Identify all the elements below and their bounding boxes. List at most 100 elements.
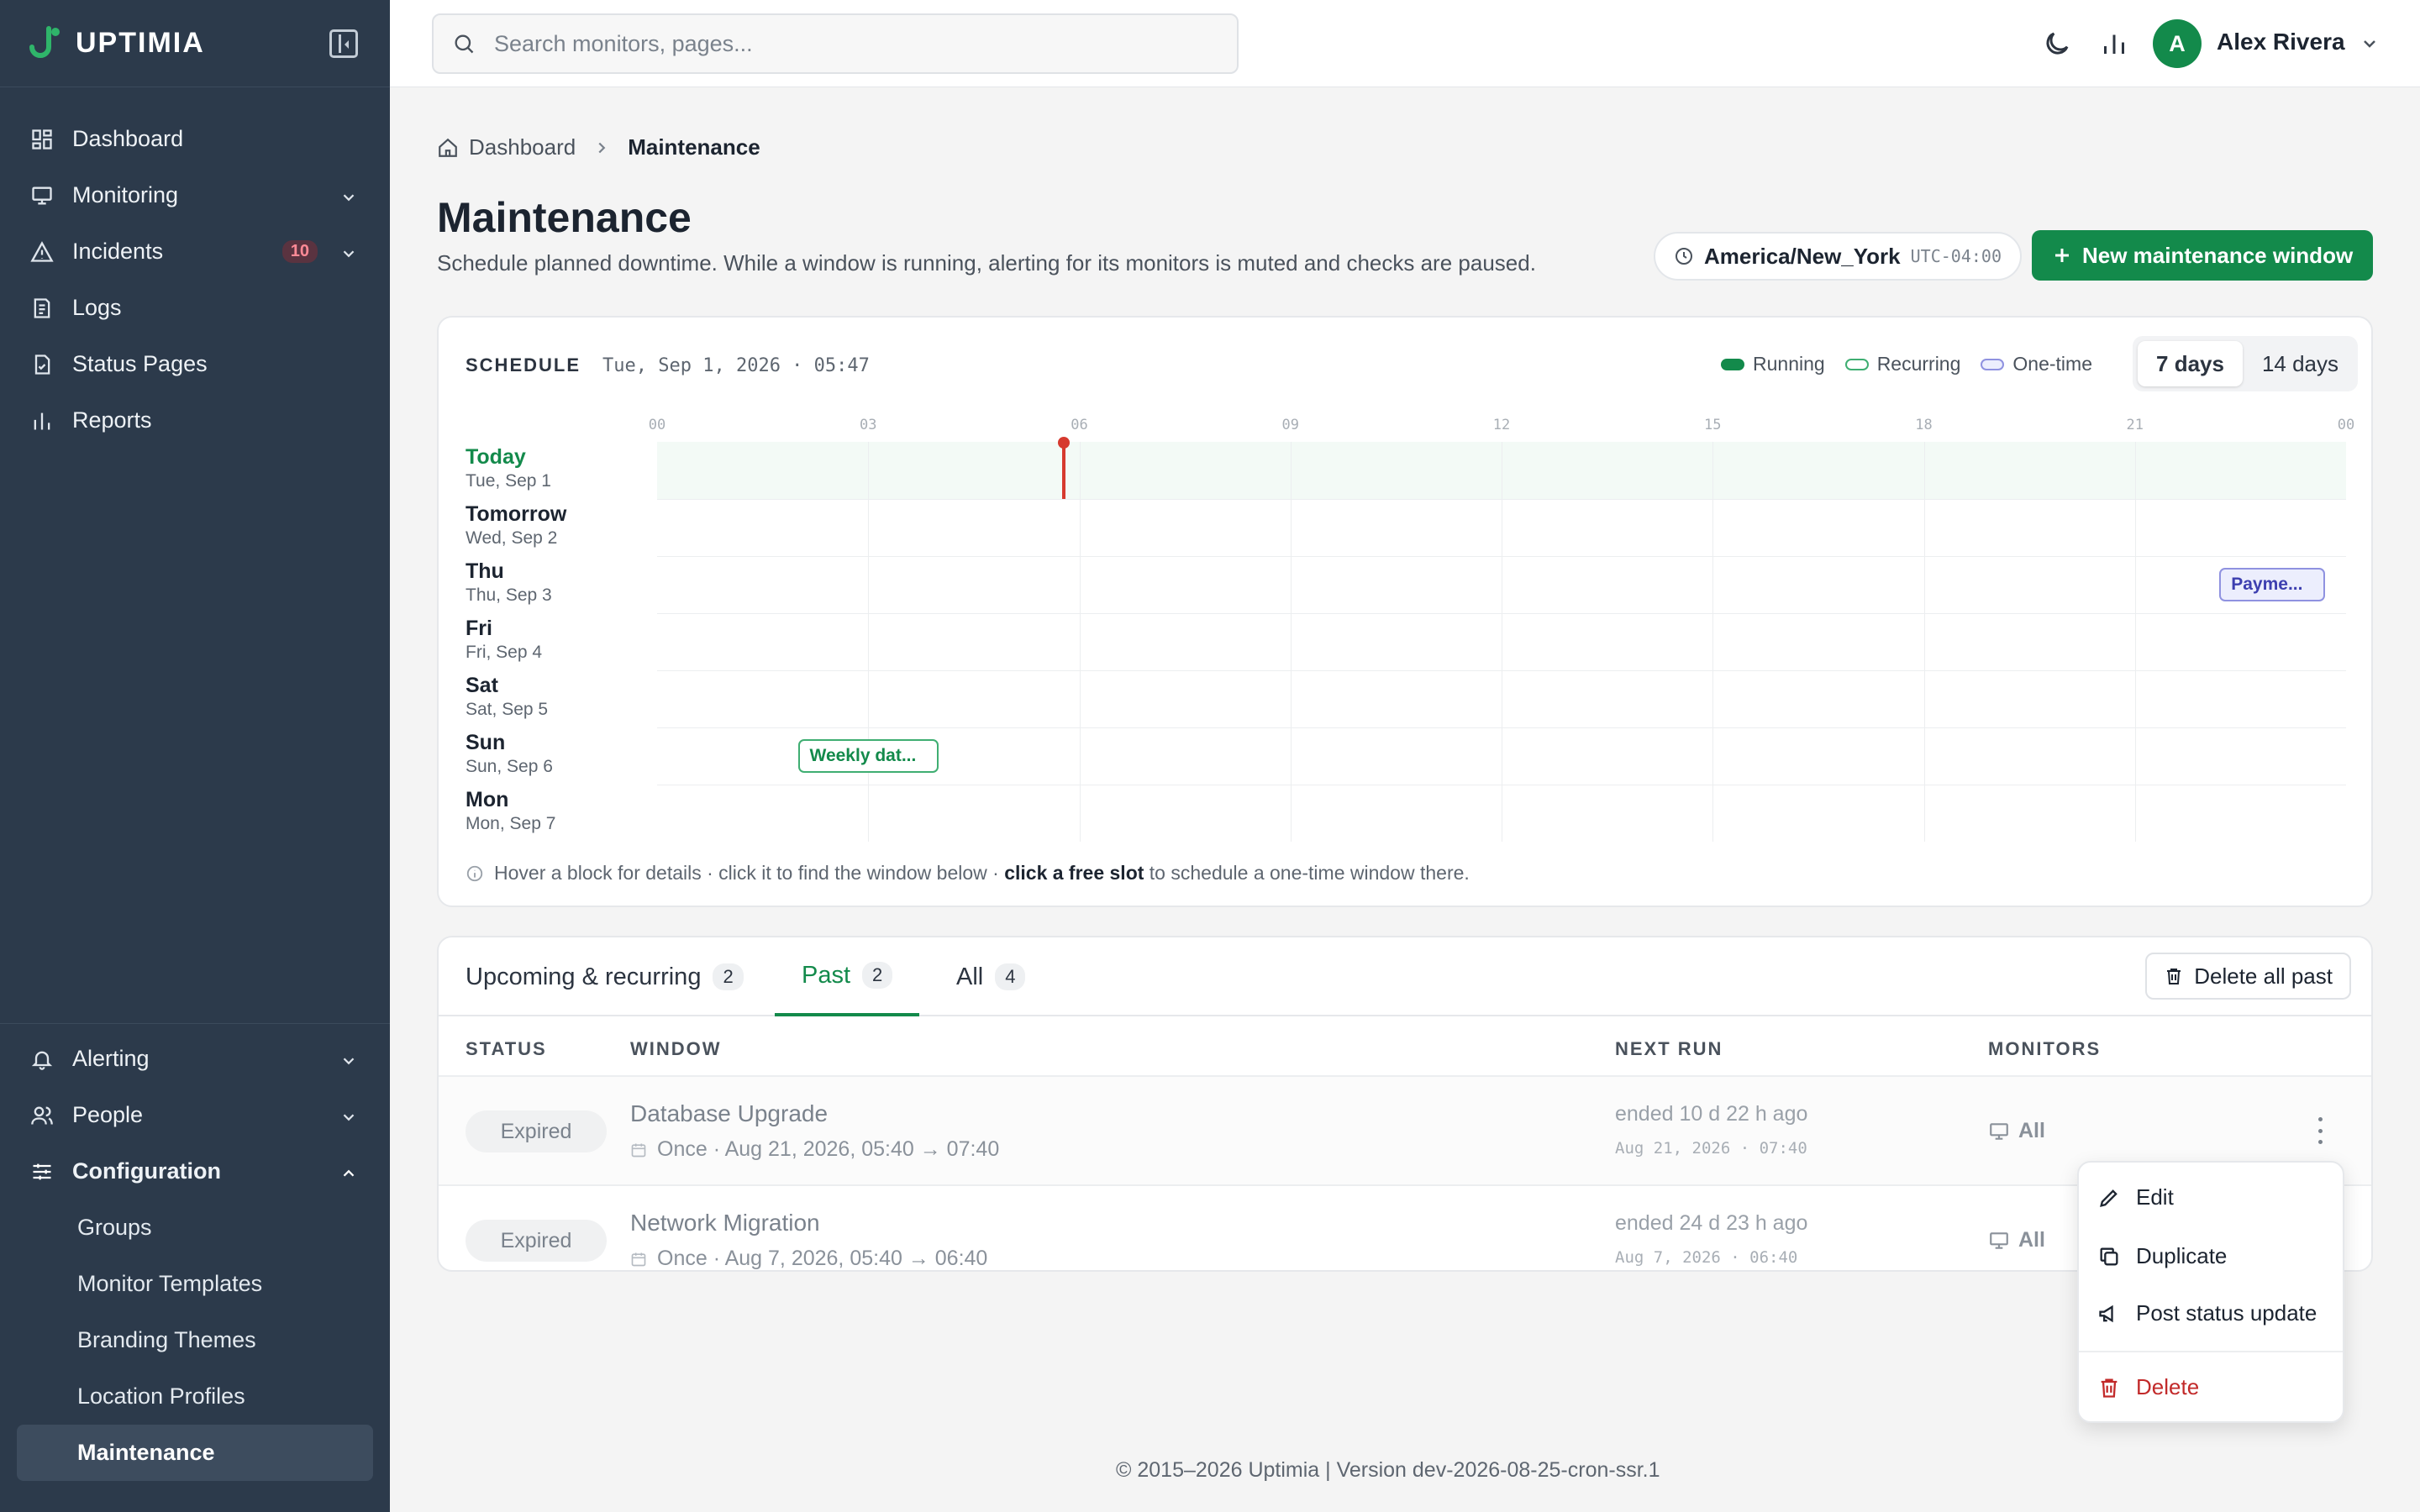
menu-item-label: Delete — [2136, 1374, 2200, 1399]
sidebar-subitem-location-profiles[interactable]: Location Profiles — [0, 1368, 390, 1425]
sidebar-item-dashboard[interactable]: Dashboard — [0, 111, 390, 167]
day-label: Tomorrow Wed, Sep 2 — [466, 502, 566, 549]
sidebar-item-logs[interactable]: Logs — [0, 280, 390, 336]
schedule-label: SCHEDULE — [466, 354, 581, 375]
dark-mode-moon-icon[interactable] — [2042, 29, 2072, 59]
monitors-value: All — [2018, 1228, 2045, 1252]
tab-upcoming-recurring[interactable]: Upcoming & recurring 2 — [466, 937, 744, 1016]
legend-one-time: One-time — [1981, 353, 2092, 375]
window-schedule: Once · Aug 7, 2026, 05:40 → 06:40 — [657, 1247, 988, 1270]
sidebar-subitem-monitor-templates[interactable]: Monitor Templates — [0, 1256, 390, 1312]
menu-item-delete[interactable]: Delete — [2097, 1374, 2199, 1400]
sidebar-bottom-nav: Alerting People Configuration Groups Mon… — [0, 1023, 390, 1481]
day-name: Thu — [466, 559, 504, 583]
info-icon — [466, 865, 483, 881]
sidebar-item-incidents[interactable]: Incidents 10 — [0, 223, 390, 280]
status-badge: Expired — [466, 1110, 607, 1152]
menu-item-duplicate[interactable]: Duplicate — [2097, 1243, 2227, 1269]
chevron-down-icon[interactable] — [339, 1050, 358, 1068]
legend-swatch-one-time — [1981, 358, 2005, 370]
hour-gridline — [868, 442, 870, 842]
app-name: UPTIMIA — [76, 27, 205, 59]
legend-label: Recurring — [1876, 353, 1961, 375]
hour-tick-label: 18 — [1915, 417, 1933, 433]
delete-all-past-button[interactable]: Delete all past — [2145, 953, 2351, 1000]
window-name[interactable]: Database Upgrade — [630, 1100, 828, 1127]
page-subtitle: Schedule planned downtime. While a windo… — [437, 250, 1536, 276]
day-name: Sat — [466, 674, 498, 697]
maintenance-block[interactable]: Payme... — [2219, 568, 2325, 601]
legend-recurring: Recurring — [1844, 353, 1961, 375]
trash-icon — [2101, 1378, 2118, 1398]
collapse-sidebar-icon[interactable] — [329, 29, 358, 58]
chevron-down-icon[interactable] — [339, 243, 358, 261]
stats-bar-icon[interactable] — [2099, 29, 2129, 59]
day-date: Tue, Sep 1 — [466, 471, 551, 491]
sidebar-item-status-pages[interactable]: Status Pages — [0, 336, 390, 392]
timezone-selector[interactable]: America/New_York UTC-04:00 — [1654, 232, 2023, 281]
new-maintenance-window-button[interactable]: New maintenance window — [2032, 230, 2374, 281]
timezone-offset: UTC-04:00 — [1910, 246, 2002, 266]
row-actions-kebab-icon[interactable] — [2316, 1117, 2324, 1144]
calendar-icon — [631, 1252, 646, 1266]
sidebar-item-label: People — [72, 1102, 144, 1127]
chevron-down-icon[interactable] — [2360, 34, 2380, 54]
sidebar-item-reports[interactable]: Reports — [0, 392, 390, 449]
user-name[interactable]: Alex Rivera — [2217, 29, 2345, 55]
logo[interactable]: UPTIMIA — [24, 24, 205, 64]
menu-item-post-status-update[interactable]: Post status update — [2097, 1300, 2317, 1326]
hour-tick-label: 03 — [860, 417, 877, 433]
sidebar: UPTIMIA Dashboard Monitoring Incidents 1… — [0, 0, 390, 1512]
day-gridline — [657, 499, 2346, 500]
chevron-down-icon[interactable] — [339, 1106, 358, 1125]
range-14-days[interactable]: 14 days — [2248, 341, 2353, 386]
schedule-grid[interactable]: 00 03 06 09 12 15 18 21 00 Payme... Weekly dat... — [649, 417, 2354, 842]
sidebar-subitem-groups[interactable]: Groups — [0, 1200, 390, 1256]
hour-tick-label: 09 — [1281, 417, 1299, 433]
sidebar-item-configuration[interactable]: Configuration — [0, 1143, 390, 1200]
range-toggle: 7 days 14 days — [2133, 336, 2358, 391]
day-name: Fri — [466, 617, 492, 640]
monitors-cell: All — [1988, 1119, 2045, 1143]
breadcrumb-home[interactable]: Dashboard — [469, 134, 576, 160]
hour-tick-label: 15 — [1704, 417, 1722, 433]
new-maintenance-window-label: New maintenance window — [2082, 242, 2354, 268]
day-gridline — [657, 727, 2346, 728]
window-name[interactable]: Network Migration — [630, 1210, 820, 1236]
hour-tick-label: 06 — [1071, 417, 1088, 433]
chevron-down-icon[interactable] — [339, 186, 358, 205]
monitors-value: All — [2018, 1119, 2045, 1142]
menu-item-edit[interactable]: Edit — [2097, 1184, 2174, 1210]
maintenance-block[interactable]: Weekly dat... — [797, 739, 939, 773]
range-7-days[interactable]: 7 days — [2138, 341, 2243, 386]
search-box[interactable] — [432, 13, 1239, 74]
day-name: Mon — [466, 788, 509, 811]
chevron-up-icon[interactable] — [339, 1163, 358, 1181]
schedule-legend: Running Recurring One-time — [1721, 353, 2092, 375]
sidebar-item-alerting[interactable]: Alerting — [0, 1031, 390, 1087]
chevron-right-icon — [598, 142, 606, 153]
sidebar-item-label: Status Pages — [72, 351, 208, 376]
status-badge: Expired — [466, 1220, 607, 1262]
sidebar-item-monitoring[interactable]: Monitoring — [0, 167, 390, 223]
sidebar-item-label: Configuration — [72, 1158, 221, 1184]
people-icon — [30, 1104, 54, 1127]
now-indicator-dot — [1058, 437, 1071, 449]
next-run-relative: ended 24 d 23 h ago — [1615, 1211, 1808, 1235]
sidebar-subitem-branding-themes[interactable]: Branding Themes — [0, 1312, 390, 1368]
day-name: Sun — [466, 731, 506, 754]
hint-text-end: to schedule a one-time window there. — [1144, 862, 1470, 884]
bar-chart-icon — [30, 409, 54, 433]
monitor-icon — [30, 184, 54, 207]
menu-item-label: Edit — [2136, 1184, 2174, 1210]
tab-past[interactable]: Past 2 — [775, 937, 920, 1016]
search-input[interactable] — [494, 30, 1183, 57]
tab-count: 2 — [862, 962, 893, 989]
avatar[interactable]: A — [2153, 19, 2202, 68]
day-gridline — [657, 670, 2346, 671]
sidebar-item-people[interactable]: People — [0, 1087, 390, 1143]
sidebar-subitem-maintenance[interactable]: Maintenance — [17, 1425, 373, 1481]
tab-all[interactable]: All 4 — [956, 937, 1026, 1016]
breadcrumb: Dashboard Maintenance — [437, 134, 760, 160]
incidents-count-badge: 10 — [281, 240, 318, 263]
